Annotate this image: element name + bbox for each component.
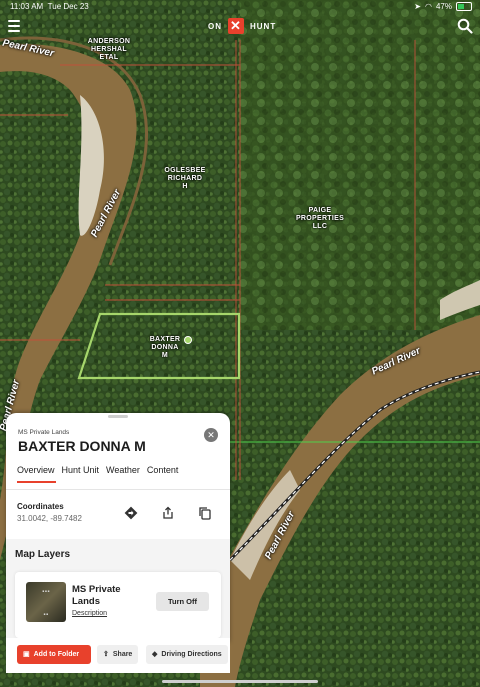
parcel-label-anderson[interactable]: ANDERSON HERSHAL ETAL	[84, 38, 134, 62]
coordinates-value: 31.0042, -89.7482	[17, 514, 82, 523]
parcel-detail-panel: MS Private Lands BAXTER DONNA M ✕ Overvi…	[6, 413, 230, 643]
battery-percent: 47%	[435, 2, 452, 11]
add-to-folder-label: Add to Folder	[33, 651, 80, 658]
status-bar: 11:03 AM Tue Dec 23 ➤ ◠ 47%	[0, 0, 480, 14]
folder-icon: ▣	[23, 651, 30, 658]
map-layers-title: Map Layers	[15, 549, 71, 560]
map-layers-section: Map Layers ■ ■ ■ ■ ■ MS Private Lands De…	[6, 539, 230, 643]
layer-card: ■ ■ ■ ■ ■ MS Private Lands Description T…	[15, 572, 221, 638]
logo-mark: ✕	[228, 18, 244, 34]
panel-tabs: Overview Hunt Unit Weather Content	[17, 465, 185, 483]
tab-hunt-unit[interactable]: Hunt Unit	[62, 465, 103, 483]
share-icon: ⇪	[103, 651, 109, 658]
location-icon: ➤	[414, 2, 421, 11]
layer-thumbnail: ■ ■ ■ ■ ■	[26, 582, 66, 622]
selected-parcel-marker[interactable]	[184, 336, 192, 344]
driving-directions-button[interactable]: ◆ Driving Directions	[146, 645, 228, 664]
layer-description-link[interactable]: Description	[72, 610, 107, 617]
wifi-icon: ◠	[425, 2, 432, 11]
tab-content[interactable]: Content	[147, 465, 182, 483]
share-button[interactable]: ⇪ Share	[97, 645, 139, 664]
turn-off-button[interactable]: Turn Off	[156, 592, 209, 611]
directions-icon: ◆	[152, 651, 158, 658]
divider	[6, 489, 230, 490]
add-to-folder-button[interactable]: ▣ Add to Folder	[17, 645, 91, 664]
layer-name: MS Private Lands	[72, 584, 121, 607]
drag-handle[interactable]	[108, 415, 128, 418]
home-indicator[interactable]	[162, 680, 318, 683]
copy-icon[interactable]	[198, 506, 212, 520]
share-icon[interactable]	[161, 506, 175, 520]
tab-weather[interactable]: Weather	[106, 465, 143, 483]
status-time: 11:03 AM Tue Dec 23	[10, 2, 89, 11]
logo-text-left: ON	[208, 21, 222, 31]
tab-overview[interactable]: Overview	[17, 465, 58, 483]
parcel-label-baxter[interactable]: BAXTER DONNA M	[140, 336, 190, 360]
share-label: Share	[112, 651, 133, 658]
search-icon[interactable]	[457, 18, 473, 34]
battery-icon	[456, 2, 472, 11]
driving-directions-label: Driving Directions	[161, 651, 222, 658]
hamburger-icon[interactable]	[8, 20, 20, 32]
coordinates-label: Coordinates	[17, 502, 64, 511]
panel-subtitle: MS Private Lands	[18, 429, 70, 436]
parcel-label-oglesbee[interactable]: OGLESBEE RICHARD H	[160, 167, 210, 191]
panel-title: BAXTER DONNA M	[18, 438, 146, 454]
directions-icon[interactable]	[124, 506, 138, 520]
onx-hunt-logo: ON ✕ HUNT	[208, 18, 276, 34]
close-icon[interactable]: ✕	[204, 428, 218, 442]
action-bar: ▣ Add to Folder ⇪ Share ◆ Driving Direct…	[6, 638, 230, 673]
logo-text-right: HUNT	[250, 21, 277, 31]
top-nav: ON ✕ HUNT	[0, 14, 480, 40]
parcel-label-paige[interactable]: PAIGE PROPERTIES LLC	[290, 207, 350, 231]
